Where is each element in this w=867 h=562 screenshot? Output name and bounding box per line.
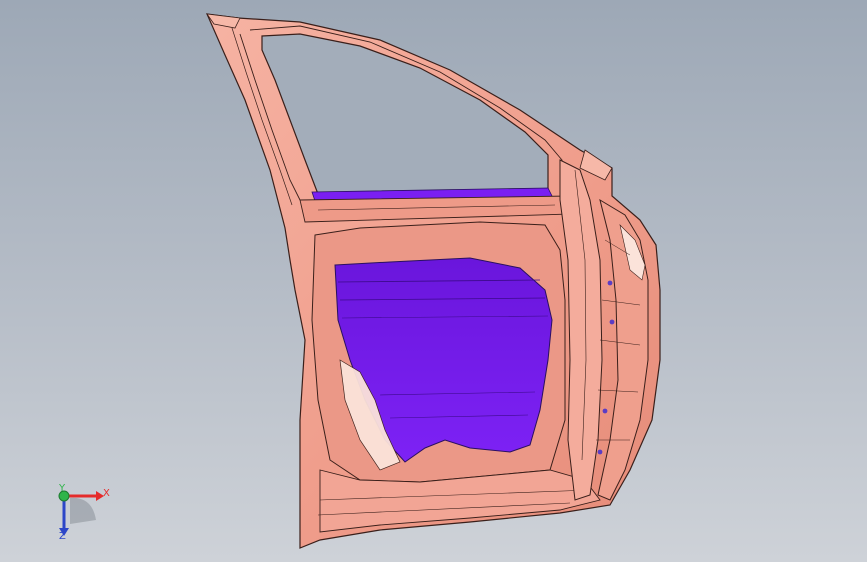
x-axis-label: X — [103, 488, 110, 499]
hole-marker — [597, 449, 603, 455]
hole-marker — [602, 408, 608, 414]
hole-marker — [609, 319, 615, 325]
door-panel-model[interactable] — [0, 0, 867, 562]
3d-viewport[interactable]: X Y Z — [0, 0, 867, 562]
y-axis-label: Y — [59, 483, 66, 494]
z-axis-label: Z — [59, 531, 66, 542]
hole-marker — [607, 280, 613, 286]
